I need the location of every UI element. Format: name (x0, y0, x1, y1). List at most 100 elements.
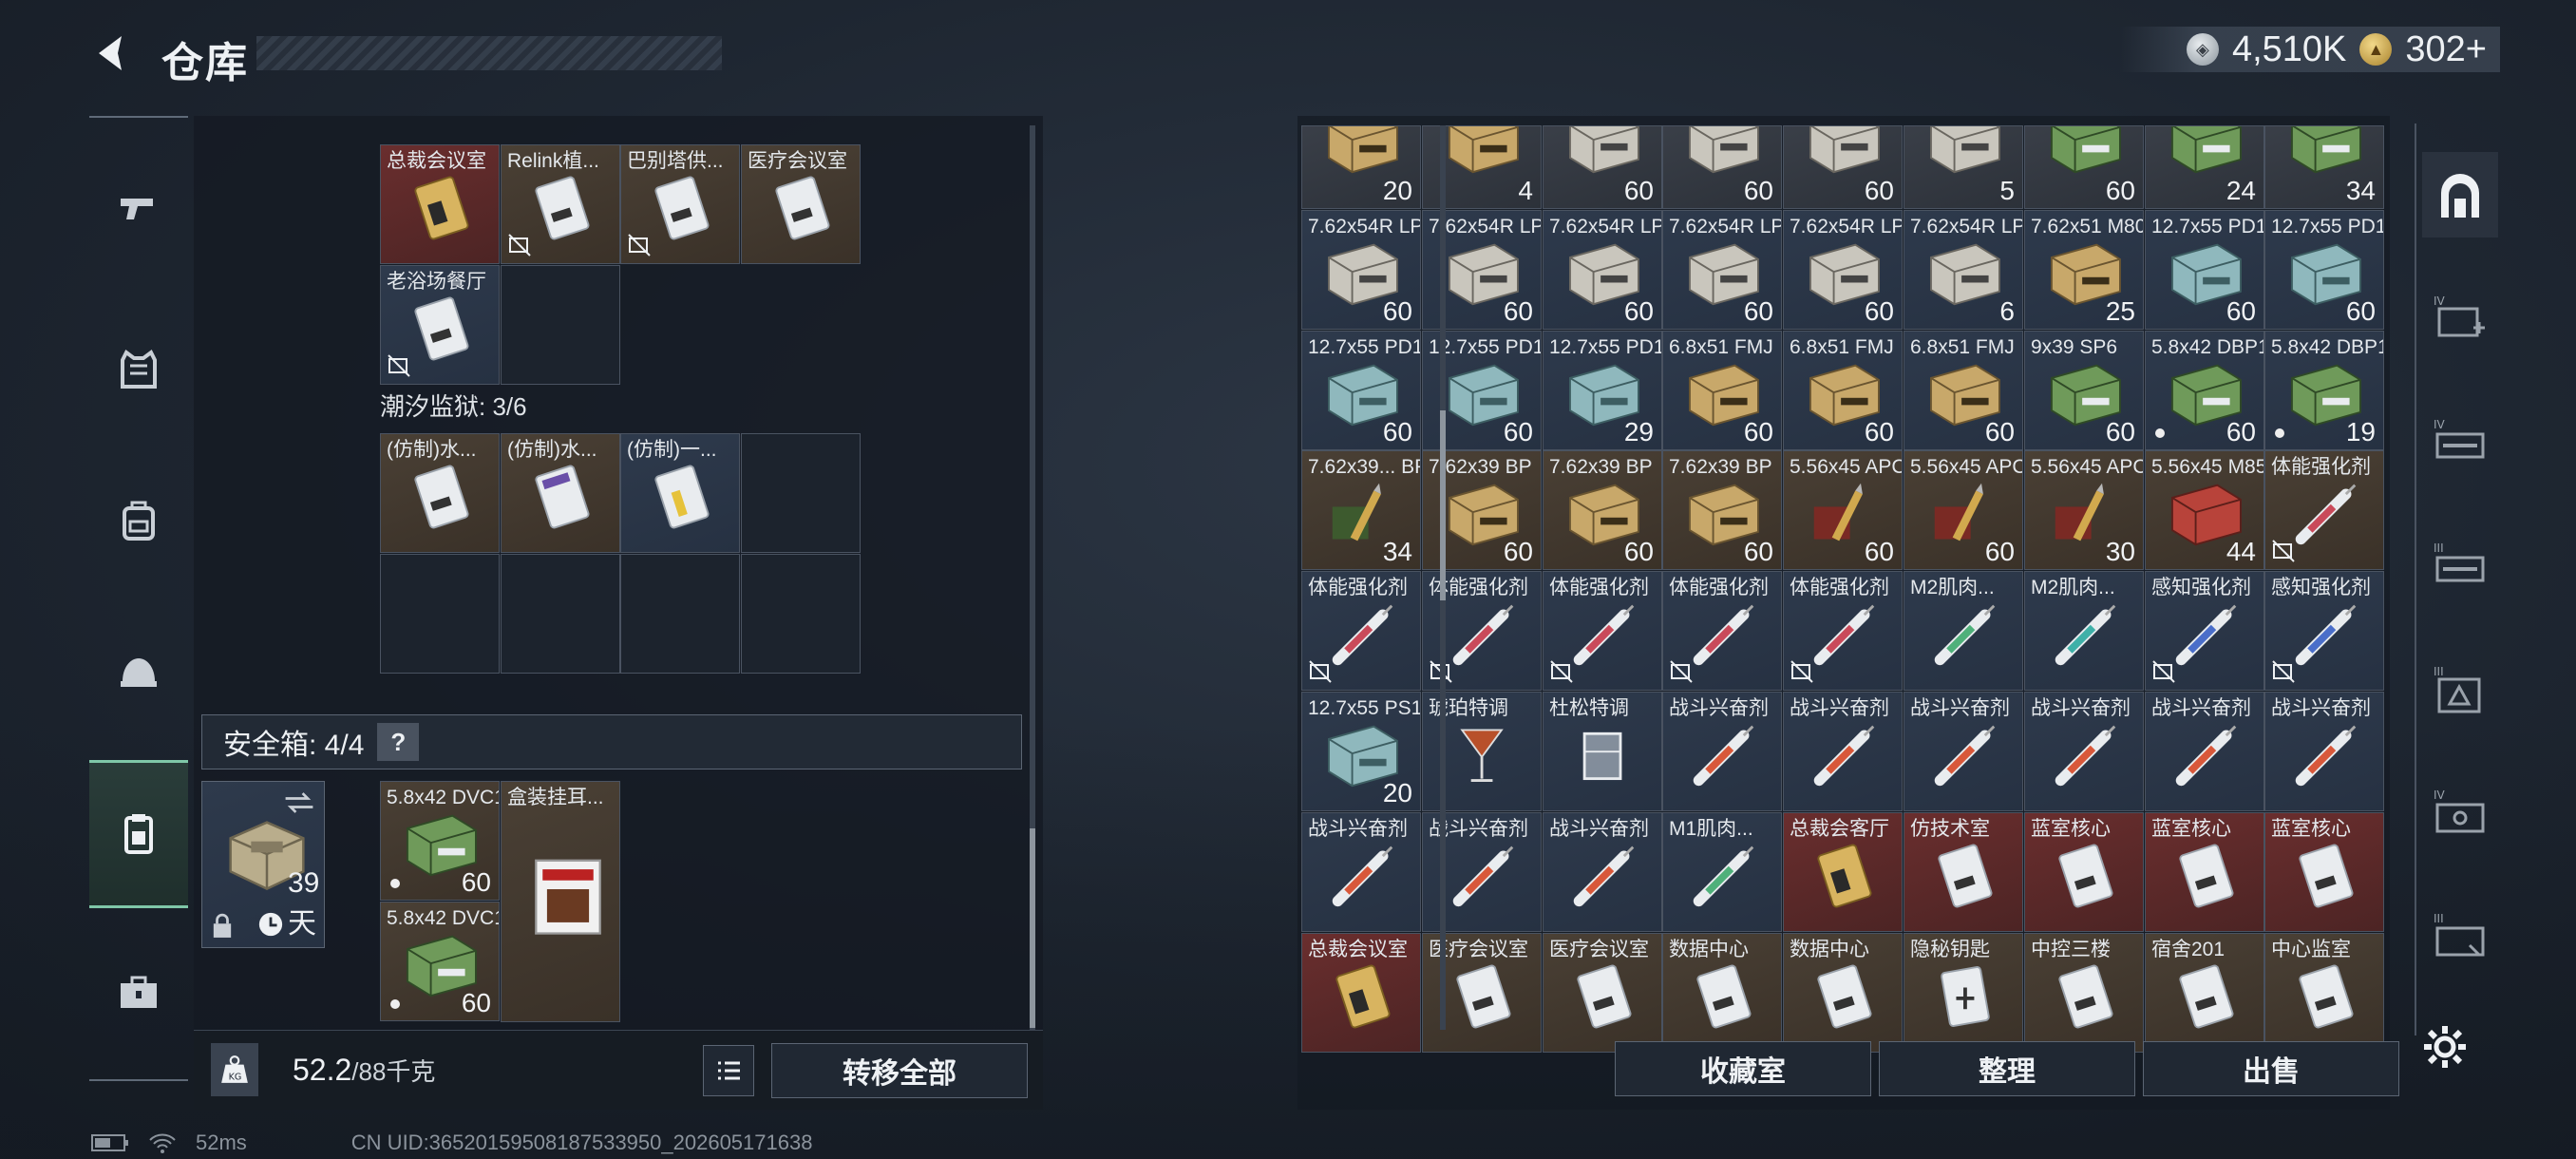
inventory-item[interactable]: SV...60 (1783, 125, 1903, 209)
nav-safebox[interactable] (89, 760, 188, 908)
inventory-item[interactable]: 宿舍201 (2145, 933, 2264, 1053)
inventory-item[interactable]: 中控三楼 (2024, 933, 2144, 1053)
inventory-item[interactable]: P...60 (2024, 125, 2144, 209)
keycard-item[interactable]: 巴别塔供... (620, 144, 740, 264)
storage-main-tab[interactable] (2422, 152, 2498, 238)
sell-button[interactable]: 出售 (2143, 1041, 2399, 1096)
inventory-item[interactable]: 7.62x54R LPS... 60 (1543, 210, 1662, 330)
inventory-item[interactable]: 数据中心 (1662, 933, 1782, 1053)
keycard-item[interactable]: (仿制)水... (501, 433, 620, 553)
inventory-item[interactable]: 隐秘钥匙 (1904, 933, 2023, 1053)
inventory-item[interactable]: 战斗兴奋剂 (2264, 692, 2384, 811)
inventory-item[interactable]: 感知强化剂 (2264, 571, 2384, 691)
keycard-item[interactable]: 老浴场餐厅 (380, 265, 500, 385)
inventory-item[interactable]: 中心监室 (2264, 933, 2384, 1053)
inventory-item[interactable]: 仿技术室 (1904, 812, 2023, 932)
left-scrollbar[interactable] (1030, 125, 1035, 1030)
storage-tab-iv-case[interactable]: IV (2422, 770, 2498, 855)
nav-helmet[interactable] (89, 621, 188, 724)
inventory-item[interactable]: 数据中心 (1783, 933, 1903, 1053)
keycard-item[interactable]: Relink植... (501, 144, 620, 264)
nav-weapons[interactable] (89, 156, 188, 258)
keycard-item[interactable]: 总裁会议室 (380, 144, 500, 264)
left-scroll-thumb[interactable] (1030, 828, 1035, 1028)
currency-bar[interactable]: ◈ 4,510K ▲ 302+ (2119, 27, 2500, 72)
help-button[interactable]: ? (377, 723, 420, 761)
inventory-item[interactable]: 总裁会议室 (1301, 933, 1421, 1053)
list-view-button[interactable] (703, 1045, 754, 1096)
inventory-item[interactable]: 7.62x51 M80 25 (2024, 210, 2144, 330)
empty-slot[interactable] (380, 554, 500, 674)
keycard-item[interactable]: (仿制)一... (620, 433, 740, 553)
inventory-item[interactable]: 6.8x51 FMJ 60 (1662, 331, 1782, 450)
inventory-item[interactable]: 5.56x45 APC 60 (1783, 450, 1903, 570)
safebox-container[interactable]: 39天 (201, 781, 325, 948)
inventory-item[interactable]: 12.7x55 PD12双头 60 (1301, 331, 1421, 450)
safebox-item[interactable]: 5.8x42 DVC12 60 (380, 902, 500, 1021)
empty-slot[interactable] (741, 554, 861, 674)
storage-tab-iii-rifle[interactable]: III (2422, 522, 2498, 608)
inventory-item[interactable]: M2肌肉... (1904, 571, 2023, 691)
inventory-item[interactable]: SV...5 (1904, 125, 2023, 209)
settings-button[interactable] (2420, 1022, 2470, 1072)
inventory-item[interactable]: 蓝室核心 (2264, 812, 2384, 932)
collection-room-button[interactable]: 收藏室 (1615, 1041, 1871, 1096)
sort-button[interactable]: 整理 (1879, 1041, 2135, 1096)
inventory-item[interactable]: 战斗兴奋剂 (1543, 812, 1662, 932)
empty-slot[interactable] (501, 554, 620, 674)
inventory-item[interactable]: 蓝室核心 (2145, 812, 2264, 932)
inventory-item[interactable]: SV...60 (1543, 125, 1662, 209)
inventory-item[interactable]: 体能强化剂 (1783, 571, 1903, 691)
right-scrollbar[interactable] (1440, 125, 1446, 1030)
empty-slot[interactable] (620, 554, 740, 674)
swap-icon[interactable] (282, 789, 316, 816)
inventory-item[interactable]: 战斗兴奋剂 (1662, 692, 1782, 811)
safebox-item[interactable]: 5.8x42 DVC12 60 (380, 781, 500, 901)
inventory-item[interactable]: 战斗兴奋剂 (2024, 692, 2144, 811)
storage-tab-iv-rifle[interactable]: IV (2422, 399, 2498, 484)
inventory-item[interactable]: 战斗兴奋剂 (2145, 692, 2264, 811)
inventory-item[interactable]: 蓝室核心 (2024, 812, 2144, 932)
inventory-item[interactable]: 12.7x55 PD12双头 60 (2264, 210, 2384, 330)
storage-tab-iii-warning[interactable]: III (2422, 646, 2498, 732)
inventory-item[interactable]: AP...34 (2264, 125, 2384, 209)
keycard-item[interactable]: 医疗会议室 (741, 144, 861, 264)
inventory-item[interactable]: 战斗兴奋剂 (1904, 692, 2023, 811)
right-scroll-thumb[interactable] (1440, 410, 1446, 600)
nav-toolbox[interactable] (89, 940, 188, 1043)
inventory-item[interactable]: 5.8x42 DBP10 19 (2264, 331, 2384, 450)
inventory-item[interactable]: 战斗兴奋剂 (1783, 692, 1903, 811)
storage-tab-iii-case[interactable]: III (2422, 893, 2498, 978)
inventory-item[interactable]: 感知强化剂 (2145, 571, 2264, 691)
inventory-item[interactable]: 7.62x54R LPS... 60 (1783, 210, 1903, 330)
inventory-item[interactable]: 体能强化剂 (1301, 571, 1421, 691)
inventory-item[interactable]: 7.62x39 BP 60 (1543, 450, 1662, 570)
inventory-item[interactable]: 龙...20 (1301, 125, 1421, 209)
keycard-item[interactable]: (仿制)水... (380, 433, 500, 553)
nav-backpack[interactable] (89, 469, 188, 572)
nav-armor[interactable] (89, 317, 188, 420)
inventory-item[interactable]: 杜松特调 (1543, 692, 1662, 811)
empty-slot[interactable] (501, 265, 620, 385)
inventory-item[interactable]: 9x39 SP6 60 (2024, 331, 2144, 450)
inventory-item[interactable]: SV...60 (1662, 125, 1782, 209)
inventory-item[interactable]: 7.62x54R LPS... 60 (1662, 210, 1782, 330)
inventory-item[interactable]: 7.62x54R LPS... 6 (1904, 210, 2023, 330)
storage-tab-medical[interactable]: IV (2422, 276, 2498, 361)
inventory-item[interactable]: 6.8x51 FMJ 60 (1783, 331, 1903, 450)
inventory-item[interactable]: 7.62x39 BP 60 (1662, 450, 1782, 570)
inventory-item[interactable]: 6.8x51 FMJ 60 (1904, 331, 2023, 450)
inventory-item[interactable]: 5.56x45 APC 30 (2024, 450, 2144, 570)
inventory-item[interactable]: 医疗会议室 (1543, 933, 1662, 1053)
inventory-item[interactable]: 7.62x54R LPS... 60 (1301, 210, 1421, 330)
inventory-item[interactable]: 体能强化剂 (2264, 450, 2384, 570)
empty-slot[interactable] (741, 433, 861, 553)
inventory-item[interactable]: 5.8x42 DBP10 60 (2145, 331, 2264, 450)
inventory-item[interactable]: 12.7x55 PD12双头 29 (1543, 331, 1662, 450)
inventory-item[interactable]: 7.62x39... BP SUB 34 (1301, 450, 1421, 570)
transfer-all-button[interactable]: 转移全部 (771, 1043, 1028, 1098)
inventory-item[interactable]: 体能强化剂 (1543, 571, 1662, 691)
inventory-item[interactable]: 12.7x55 PD12双头 60 (2145, 210, 2264, 330)
inventory-item[interactable]: 总裁会客厅 (1783, 812, 1903, 932)
inventory-item[interactable]: M1肌肉... (1662, 812, 1782, 932)
